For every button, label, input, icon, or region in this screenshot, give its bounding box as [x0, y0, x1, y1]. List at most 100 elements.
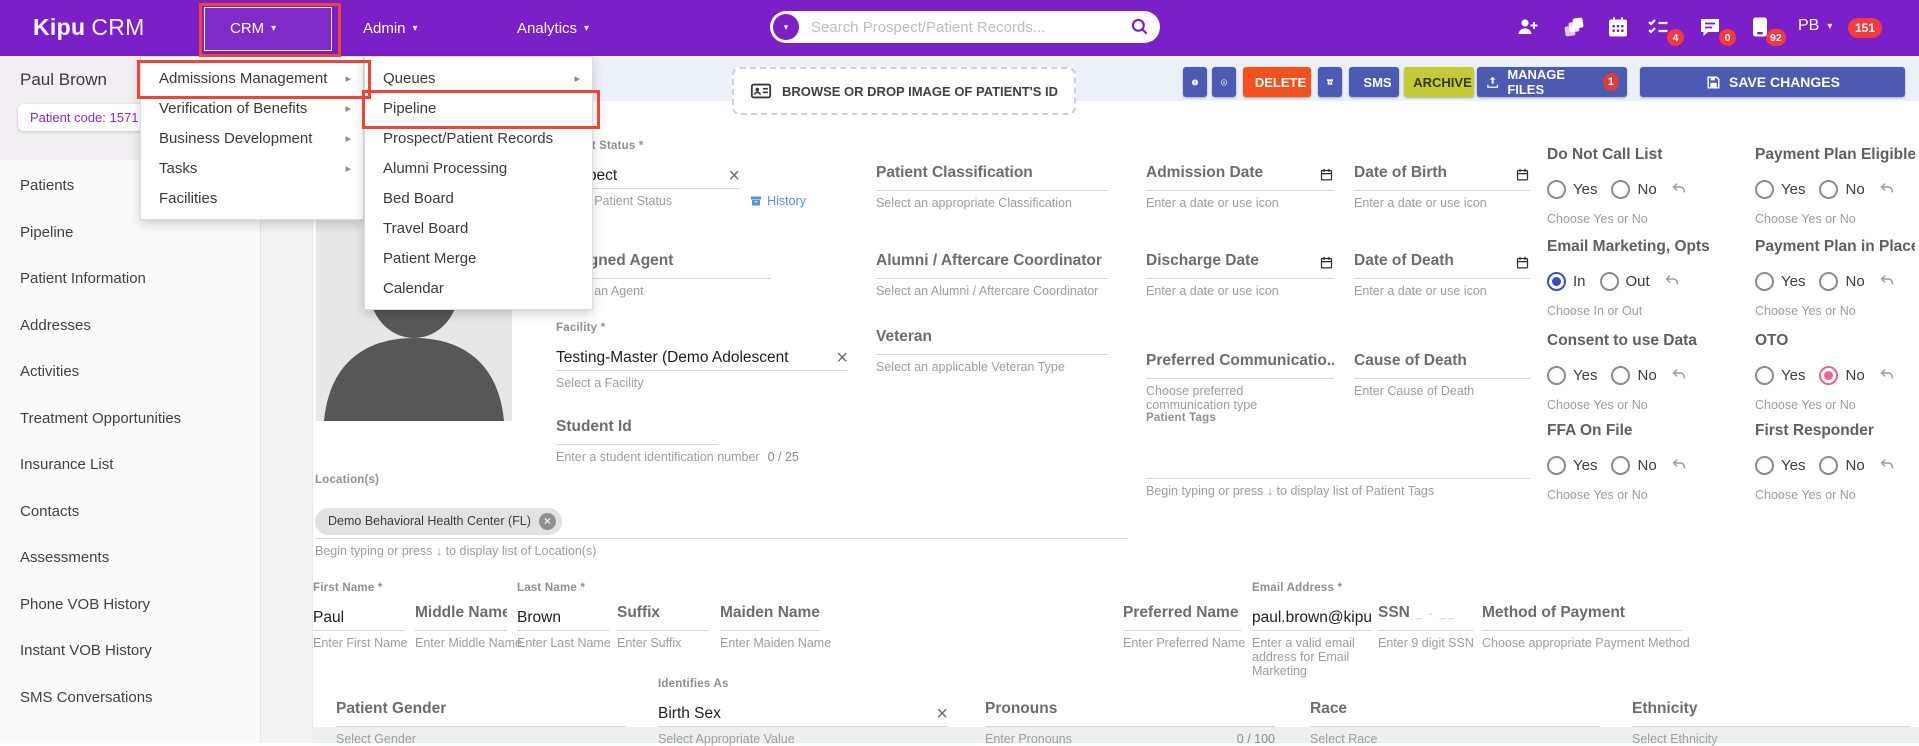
search-icon[interactable]	[1130, 17, 1150, 37]
sidebar-item-assessments[interactable]: Assessments	[20, 549, 109, 566]
field-ethnicity[interactable]: Ethnicity Select Ethnicity	[1632, 700, 1910, 746]
field-admission-date[interactable]: Admission Date Enter a date or use icon	[1146, 164, 1334, 210]
sidebar-item-pipeline[interactable]: Pipeline	[20, 224, 73, 241]
field-identifies-as[interactable]: Identifies As Birth Sex × Select Appropri…	[658, 678, 948, 746]
menu-item-bed-board[interactable]: Bed Board	[365, 183, 592, 213]
field-value[interactable]: Brown	[517, 609, 561, 627]
manage-files-button[interactable]: MANAGE FILES 1	[1477, 67, 1627, 97]
radio-no[interactable]	[1819, 179, 1839, 199]
field-veteran[interactable]: Veteran Select an applicable Veteran Typ…	[876, 328, 1108, 374]
user-menu[interactable]: PB ▾	[1798, 17, 1832, 35]
field-locations[interactable]: Location(s) Demo Behavioral Health Cente…	[315, 474, 1127, 558]
undo-icon[interactable]	[1879, 457, 1895, 473]
sidebar-item-insurance-list[interactable]: Insurance List	[20, 456, 113, 473]
menu-item-verification-of-benefits[interactable]: Verification of Benefits ▸	[141, 93, 363, 123]
nav-menu-analytics[interactable]: Analytics ▾	[517, 0, 589, 56]
field-alumni-coordinator[interactable]: Alumni / Aftercare Coordinator Select an…	[876, 252, 1108, 298]
archive-box-button[interactable]	[1318, 67, 1342, 97]
undo-icon[interactable]	[1879, 273, 1895, 289]
radio-yes[interactable]	[1755, 179, 1774, 199]
menu-item-calendar[interactable]: Calendar	[365, 273, 592, 303]
sidebar-item-contacts[interactable]: Contacts	[20, 503, 79, 520]
clear-icon[interactable]: ×	[728, 166, 740, 186]
field-patient-gender[interactable]: Patient Gender Select Gender	[336, 700, 626, 746]
info-button[interactable]	[1183, 67, 1207, 97]
delete-button[interactable]: DELETE	[1243, 67, 1311, 97]
field-pronouns[interactable]: Pronouns Enter Pronouns 0 / 100	[985, 700, 1275, 746]
menu-item-alumni-processing[interactable]: Alumni Processing	[365, 153, 592, 183]
sidebar-item-treatment-opportunities[interactable]: Treatment Opportunities	[20, 410, 181, 427]
search-scope-dropdown[interactable]: ▾	[773, 14, 799, 40]
field-patient-classification[interactable]: Patient Classification Select an appropr…	[876, 164, 1108, 210]
radio-no[interactable]	[1819, 455, 1839, 475]
calendar-icon[interactable]	[1515, 255, 1530, 270]
sidebar-item-instant-vob-history[interactable]: Instant VOB History	[20, 642, 152, 659]
undo-icon[interactable]	[1879, 181, 1895, 197]
undo-icon[interactable]	[1671, 367, 1687, 383]
field-value[interactable]: paul.brown@kipuhealth.com	[1252, 609, 1372, 627]
field-discharge-date[interactable]: Discharge Date Enter a date or use icon	[1146, 252, 1334, 298]
radio-yes[interactable]	[1547, 455, 1566, 475]
calendar-icon[interactable]	[1606, 15, 1630, 39]
field-suffix[interactable]: Suffix Enter Suffix	[617, 604, 709, 650]
undo-icon[interactable]	[1664, 273, 1680, 289]
field-student-id[interactable]: Student Id Enter a student identificatio…	[556, 418, 799, 464]
sidebar-item-activities[interactable]: Activities	[20, 363, 79, 380]
radio-yes[interactable]	[1547, 365, 1566, 385]
calendar-icon[interactable]	[1515, 167, 1530, 182]
app-logo[interactable]: Kipu CRM	[33, 14, 145, 41]
radio-yes[interactable]	[1755, 365, 1774, 385]
sidebar-item-phone-vob-history[interactable]: Phone VOB History	[20, 596, 150, 613]
radio-no[interactable]	[1611, 455, 1631, 475]
visibility-button[interactable]	[1212, 67, 1236, 97]
undo-icon[interactable]	[1671, 181, 1687, 197]
field-value[interactable]: Birth Sex	[658, 705, 721, 723]
menu-item-queues[interactable]: Queues ▸	[365, 63, 592, 93]
menu-item-pipeline[interactable]: Pipeline	[365, 93, 592, 123]
menu-item-business-development[interactable]: Business Development ▸	[141, 123, 363, 153]
clear-icon[interactable]: ×	[936, 704, 948, 724]
archive-button[interactable]: ARCHIVE	[1404, 67, 1474, 97]
sidebar-item-patient-information[interactable]: Patient Information	[20, 270, 146, 287]
sidebar-item-sms-conversations[interactable]: SMS Conversations	[20, 689, 153, 706]
status-history-link[interactable]: History	[750, 194, 806, 208]
menu-item-tasks[interactable]: Tasks ▸	[141, 153, 363, 183]
layers-icon[interactable]	[1562, 15, 1586, 39]
menu-item-travel-board[interactable]: Travel Board	[365, 213, 592, 243]
undo-icon[interactable]	[1671, 457, 1687, 473]
field-race[interactable]: Race Select Race	[1310, 700, 1600, 746]
nav-menu-admin[interactable]: Admin ▾	[363, 0, 418, 56]
radio-no[interactable]	[1819, 271, 1839, 291]
chip-remove-icon[interactable]: ×	[538, 512, 556, 530]
radio-no-selected[interactable]	[1819, 365, 1839, 385]
sms-button[interactable]: SMS	[1349, 67, 1399, 97]
undo-icon[interactable]	[1879, 367, 1895, 383]
clear-icon[interactable]: ×	[836, 348, 848, 368]
menu-item-prospect-patient-records[interactable]: Prospect/Patient Records	[365, 123, 592, 153]
radio-no[interactable]	[1611, 365, 1631, 385]
field-middle-name[interactable]: Middle Name Enter Middle Name	[415, 604, 522, 650]
field-method-of-payment[interactable]: Method of Payment Choose appropriate Pay…	[1482, 604, 1690, 650]
field-preferred-communication[interactable]: Preferred Communicatio... Choose preferr…	[1146, 352, 1334, 412]
field-facility[interactable]: Facility * Testing-Master (Demo Adolesce…	[556, 322, 848, 390]
field-first-name[interactable]: First Name * Paul Enter First Name	[313, 582, 407, 650]
field-last-name[interactable]: Last Name * Brown Enter Last Name	[517, 582, 611, 650]
search-bar[interactable]: ▾ Search Prospect/Patient Records...	[770, 11, 1160, 43]
menu-item-admissions-management[interactable]: Admissions Management ▸	[141, 63, 363, 93]
field-email-address[interactable]: Email Address * paul.brown@kipuhealth.co…	[1252, 582, 1372, 678]
menu-item-facilities[interactable]: Facilities	[141, 183, 363, 213]
radio-yes[interactable]	[1755, 271, 1774, 291]
field-cause-of-death[interactable]: Cause of Death Enter Cause of Death	[1354, 352, 1530, 398]
field-preferred-name[interactable]: Preferred Name Enter Preferred Name	[1123, 604, 1245, 650]
field-value[interactable]: Paul	[313, 609, 344, 627]
browse-drop-id-button[interactable]: BROWSE OR DROP IMAGE OF PATIENT'S ID	[732, 67, 1076, 115]
calendar-icon[interactable]	[1319, 167, 1334, 182]
calendar-icon[interactable]	[1319, 255, 1334, 270]
field-value[interactable]: Testing-Master (Demo Adolescent	[556, 349, 789, 367]
radio-yes[interactable]	[1547, 179, 1566, 199]
field-ssn[interactable]: SSN _ - __ Enter 9 digit SSN	[1378, 604, 1474, 650]
radio-in-selected[interactable]	[1547, 271, 1566, 291]
radio-out[interactable]	[1599, 271, 1619, 291]
sidebar-item-patients[interactable]: Patients	[20, 177, 74, 194]
sidebar-item-addresses[interactable]: Addresses	[20, 317, 91, 334]
